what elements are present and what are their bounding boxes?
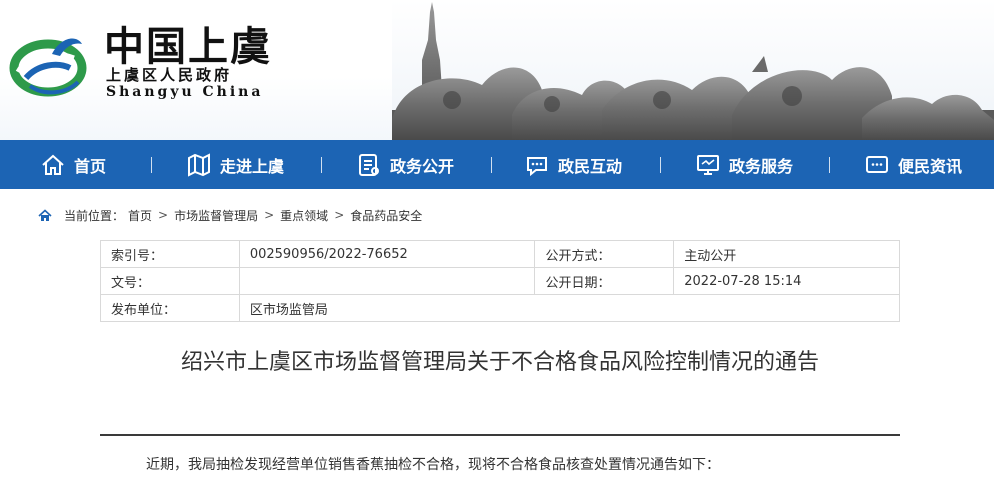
nav-item-home[interactable]: 首页 <box>40 140 106 189</box>
home-icon <box>38 208 52 221</box>
home-icon <box>42 154 64 175</box>
nav-divider <box>660 157 661 173</box>
publisher-value: 区市场监管局 <box>238 294 901 322</box>
table-row: 索引号： 002590956/2022-76652 公开方式： 主动公开 <box>100 240 900 268</box>
chat-icon <box>527 156 547 176</box>
nav-divider <box>491 157 492 173</box>
document-number-label: 文号： <box>100 267 240 295</box>
nav-label: 首页 <box>74 156 107 176</box>
publisher-label: 发布单位： <box>100 294 240 322</box>
site-header: 中国上虞 上虞区人民政府 Shangyu China <box>0 0 994 140</box>
table-row: 发布单位： 区市场监管局 <box>100 294 901 322</box>
article-paragraph: 近期，我局抽检发现经营单位销售香蕉抽检不合格，现将不合格食品核查处置情况通告如下… <box>146 457 720 473</box>
nav-label: 政务公开 <box>390 156 455 176</box>
nav-label: 走进上虞 <box>220 156 285 176</box>
message-icon <box>866 155 888 173</box>
index-number-label: 索引号： <box>100 240 240 268</box>
publish-date-value: 2022-07-28 15:14 <box>673 267 900 295</box>
nav-item-public-info[interactable]: 便民资讯 <box>864 140 962 189</box>
site-subtitle-english: Shangyu China <box>106 84 264 100</box>
document-meta-table: 索引号： 002590956/2022-76652 公开方式： 主动公开 文号：… <box>100 240 901 322</box>
publish-method-value: 主动公开 <box>673 240 900 268</box>
breadcrumb-separator: > <box>264 208 275 222</box>
site-logo[interactable] <box>8 24 90 100</box>
nav-item-services[interactable]: 政务服务 <box>695 140 793 189</box>
main-nav <box>0 140 994 189</box>
breadcrumb-link-key-areas[interactable]: 重点领域 <box>280 207 328 224</box>
breadcrumb-prefix: 当前位置： <box>64 208 125 223</box>
document-number-value <box>238 267 536 295</box>
nav-item-about[interactable]: 走进上虞 <box>186 140 284 189</box>
breadcrumb-link-market-bureau[interactable]: 市场监督管理局 <box>174 207 258 224</box>
table-row: 文号： 公开日期： 2022-07-28 15:14 <box>100 267 900 295</box>
index-number-value: 002590956/2022-76652 <box>238 240 536 268</box>
document-icon <box>359 153 379 176</box>
nav-label: 便民资讯 <box>898 156 963 176</box>
nav-item-gov-info[interactable]: 政务公开 <box>356 140 454 189</box>
breadcrumb: 当前位置： 首页 > 市场监督管理局 > 重点领域 > 食品药品安全 <box>38 205 422 225</box>
site-subtitle: 上虞区人民政府 <box>106 66 233 84</box>
nav-item-interaction[interactable]: 政民互动 <box>524 140 622 189</box>
nav-divider <box>321 157 322 173</box>
publish-method-label: 公开方式： <box>534 240 675 268</box>
title-divider <box>100 434 900 436</box>
breadcrumb-link-food-drug-safety[interactable]: 食品药品安全 <box>350 207 422 224</box>
nav-divider <box>151 157 152 173</box>
nav-divider <box>829 157 830 173</box>
breadcrumb-separator: > <box>334 208 345 222</box>
banner-sculpture-image <box>392 0 994 140</box>
monitor-icon <box>697 154 719 175</box>
breadcrumb-link-home[interactable]: 首页 <box>128 207 152 224</box>
breadcrumb-separator: > <box>158 208 169 222</box>
map-icon <box>188 152 210 177</box>
nav-label: 政民互动 <box>558 156 623 176</box>
nav-label: 政务服务 <box>729 156 794 176</box>
publish-date-label: 公开日期： <box>534 267 675 295</box>
article-title: 绍兴市上虞区市场监督管理局关于不合格食品风险控制情况的通告 <box>180 350 819 375</box>
